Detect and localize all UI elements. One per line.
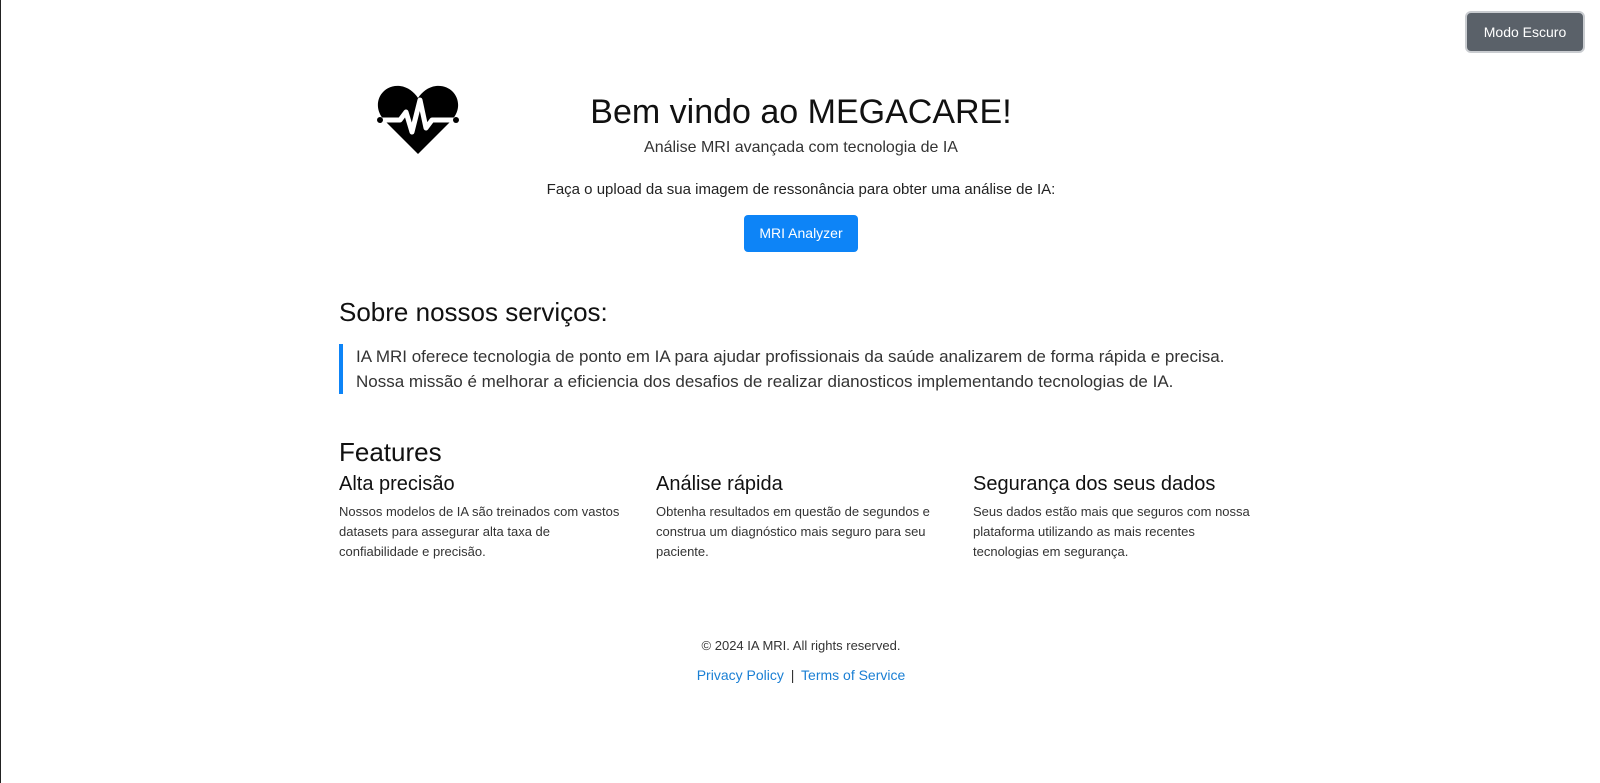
feature-card: Alta precisão Nossos modelos de IA são t… [339,470,628,562]
feature-description: Nossos modelos de IA são treinados com v… [339,504,620,559]
upload-instructions: Faça o upload da sua imagem de ressonânc… [546,181,1056,198]
features-heading: Features [339,437,442,467]
terms-of-service-link[interactable]: Terms of Service [801,667,905,683]
feature-title: Alta precisão [339,473,455,495]
feature-card: Análise rápida Obtenha resultados em que… [656,470,945,562]
feature-title: Segurança dos seus dados [973,473,1216,495]
feature-title: Análise rápida [656,473,783,495]
page-subtitle: Análise MRI avançada com tecnologia de I… [644,139,958,156]
footer-separator: | [790,667,795,683]
page-title: Bem vindo ao MEGACARE! [590,93,1012,131]
footer: © 2024 IA MRI. All rights reserved. Priv… [1,638,1600,683]
page: Modo Escuro Bem vindo ao MEGACARE! Análi… [0,0,1600,783]
about-section: Sobre nossos serviços: IA MRI oferece te… [339,296,1263,394]
feature-description: Obtenha resultados em questão de segundo… [656,504,930,559]
feature-card: Segurança dos seus dados Seus dados estã… [973,470,1262,562]
copyright-text: © 2024 IA MRI. All rights reserved. [701,638,901,653]
about-heading: Sobre nossos serviços: [339,297,608,327]
features-section: Features Alta precisão Nossos modelos de… [339,436,1263,562]
footer-links: Privacy Policy | Terms of Service [1,667,1600,683]
hero-section: Bem vindo ao MEGACARE! Análise MRI avanç… [1,92,1600,252]
features-grid: Alta precisão Nossos modelos de IA são t… [339,470,1263,562]
about-quote: IA MRI oferece tecnologia de ponto em IA… [339,344,1263,394]
mri-analyzer-button[interactable]: MRI Analyzer [744,215,858,252]
dark-mode-toggle-button[interactable]: Modo Escuro [1465,11,1585,53]
privacy-policy-link[interactable]: Privacy Policy [697,667,784,683]
feature-description: Seus dados estão mais que seguros com no… [973,504,1250,559]
